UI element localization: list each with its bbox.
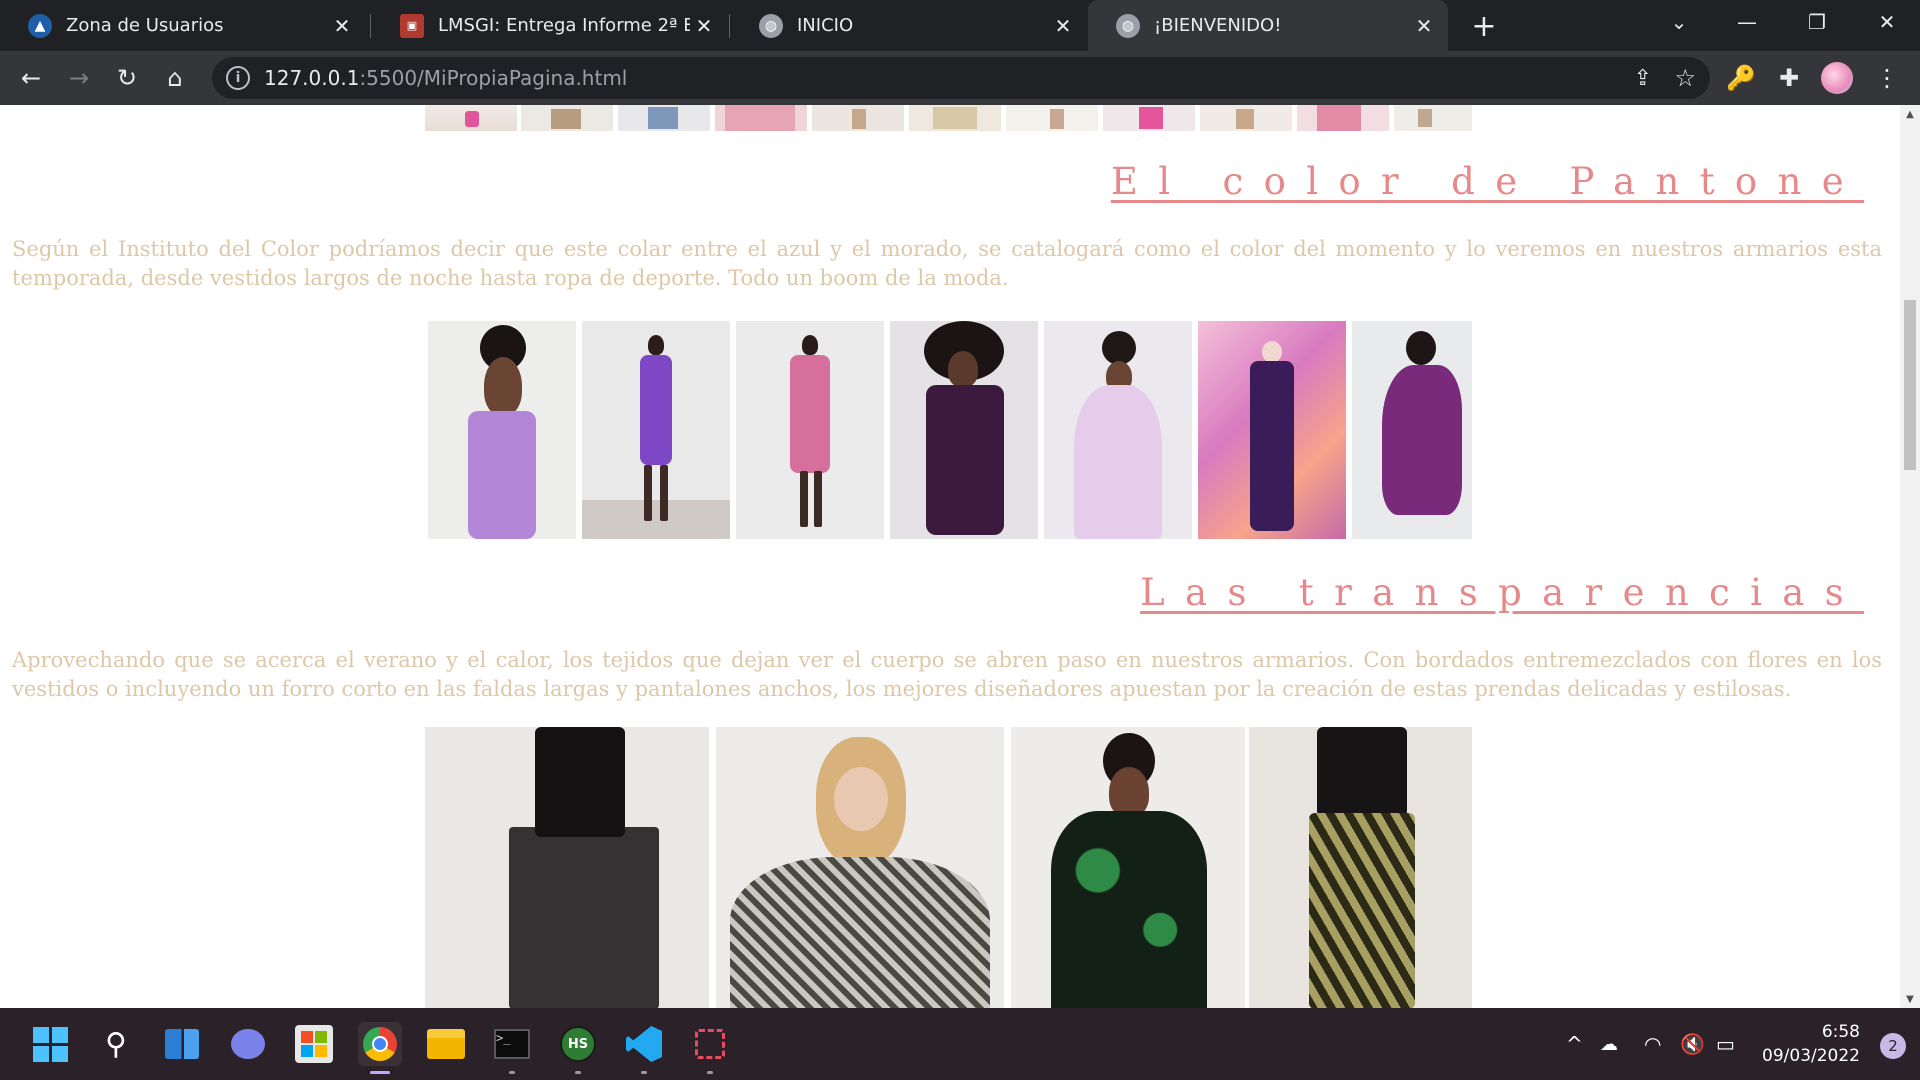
scrollbar-thumb[interactable] [1904, 300, 1916, 470]
gallery-photo-dark-purple-mini-dress [890, 321, 1038, 539]
section-heading-transparencias: Las transparencias [1140, 571, 1864, 614]
gallery-thumb [1394, 105, 1472, 131]
menu-dots-icon[interactable]: ⋮ [1868, 59, 1906, 97]
section-heading-pantone: El color de Pantone [1110, 160, 1864, 203]
address-bar[interactable]: i 127.0.0.1:5500/MiPropiaPagina.html ⇪ ☆ [212, 57, 1710, 99]
extension-key-icon[interactable]: 🔑 [1722, 59, 1760, 97]
hs-app-icon[interactable]: HS [556, 1022, 600, 1074]
file-explorer-icon[interactable] [424, 1022, 468, 1066]
chrome-icon[interactable] [358, 1022, 402, 1074]
tab-title: LMSGI: Entrega Informe 2ª Evaluación [438, 15, 690, 36]
battery-icon[interactable]: ▭ [1716, 1032, 1735, 1056]
restore-button[interactable]: ❐ [1782, 0, 1852, 44]
gallery-thumb [909, 105, 1001, 131]
globe-icon: ◍ [759, 13, 783, 38]
notification-badge[interactable]: 2 [1880, 1033, 1906, 1059]
profile-avatar[interactable] [1818, 59, 1856, 97]
vscode-icon[interactable] [622, 1022, 666, 1074]
tab-bienvenido[interactable]: ◍ ¡BIENVENIDO! ✕ [1088, 0, 1448, 51]
terminal-icon[interactable]: >_ [490, 1022, 534, 1074]
gallery-photo-purple-crouching-dress [1352, 321, 1472, 539]
url-text[interactable]: 127.0.0.1:5500/MiPropiaPagina.html [264, 66, 627, 90]
close-window-button[interactable]: ✕ [1852, 0, 1920, 44]
close-icon[interactable]: ✕ [328, 12, 356, 40]
gallery-photo-pink-knit-dress [736, 321, 884, 539]
forward-button[interactable]: → [60, 59, 98, 97]
gallery-thumb [1200, 105, 1292, 131]
gallery-thumb [521, 105, 613, 131]
onedrive-warning-icon[interactable]: ☁ [1600, 1034, 1618, 1055]
search-icon[interactable]: ⚲ [94, 1022, 138, 1066]
gallery-thumb [1006, 105, 1098, 131]
site-info-icon[interactable]: i [226, 66, 250, 90]
tab-title: INICIO [797, 15, 854, 36]
wifi-icon[interactable]: ◠ [1644, 1032, 1661, 1056]
close-icon[interactable]: ✕ [1049, 12, 1077, 40]
gallery-photo-violet-gown-editorial [1198, 321, 1346, 539]
tab-zona-usuarios[interactable]: ▲ Zona de Usuarios ✕ [0, 0, 366, 51]
zona-favicon-icon: ▲ [28, 13, 52, 38]
lmsgi-favicon-icon: ▣ [400, 13, 424, 38]
snipping-tool-icon[interactable] [688, 1022, 732, 1074]
back-button[interactable]: ← [12, 59, 50, 97]
close-icon[interactable]: ✕ [1410, 12, 1438, 40]
tab-title: ¡BIENVENIDO! [1154, 15, 1282, 36]
globe-icon: ◍ [1116, 13, 1140, 38]
gallery-thumb [812, 105, 904, 131]
store-icon[interactable] [292, 1022, 336, 1066]
gallery-photo-purple-midi-dress [582, 321, 730, 539]
page-viewport: El color de Pantone Según el Instituto d… [0, 105, 1900, 1008]
system-clock[interactable]: 6:58 09/03/2022 [1762, 1020, 1860, 1068]
tab-title: Zona de Usuarios [66, 15, 224, 36]
scroll-down-arrow-icon[interactable]: ▼ [1900, 990, 1920, 1008]
gallery-thumb [618, 105, 710, 131]
bookmark-star-icon[interactable]: ☆ [1674, 64, 1696, 92]
start-icon[interactable] [28, 1022, 72, 1066]
extensions-puzzle-icon[interactable]: ✚ [1770, 59, 1808, 97]
gallery-thumb [1297, 105, 1389, 131]
gallery-photo-lilac-ball-gown [1044, 321, 1192, 539]
windows-taskbar: ⚲ >_ HS ^ ☁ ◠ 🔇 ▭ 6:58 09/03/2022 2 [0, 1008, 1920, 1080]
chat-icon[interactable] [226, 1022, 270, 1066]
gallery-thumb [1103, 105, 1195, 131]
new-tab-button[interactable]: + [1466, 8, 1502, 44]
tab-search-chevron-icon[interactable]: ⌄ [1644, 0, 1714, 44]
gallery-thumb [425, 105, 517, 131]
scroll-up-arrow-icon[interactable]: ▲ [1900, 105, 1920, 123]
gallery-thumb [715, 105, 807, 131]
gallery-photo-green-floral-dress [1011, 727, 1245, 1008]
browser-toolbar: ← → ↻ ⌂ i 127.0.0.1:5500/MiPropiaPagina.… [0, 51, 1920, 105]
home-button[interactable]: ⌂ [156, 59, 194, 97]
section-paragraph-pantone: Según el Instituto del Color podríamos d… [12, 237, 1882, 290]
close-icon[interactable]: ✕ [690, 12, 718, 40]
reload-button[interactable]: ↻ [108, 59, 146, 97]
widgets-icon[interactable] [160, 1022, 204, 1066]
tab-inicio[interactable]: ◍ INICIO ✕ [731, 0, 1087, 51]
minimize-button[interactable]: — [1712, 0, 1782, 44]
share-icon[interactable]: ⇪ [1634, 66, 1652, 91]
volume-muted-icon[interactable]: 🔇 [1680, 1032, 1705, 1056]
section-paragraph-transparencias: Aprovechando que se acerca el verano y e… [12, 648, 1882, 701]
tab-strip: ▲ Zona de Usuarios ✕ ▣ LMSGI: Entrega In… [0, 0, 1920, 51]
gallery-photo-sheer-black-trousers [425, 727, 709, 1008]
gallery-photo-lilac-bustier-dress [428, 321, 576, 539]
gallery-photo-sheer-printed-blouse [716, 727, 1004, 1008]
page-scrollbar[interactable]: ▲ ▼ [1900, 105, 1920, 1008]
tray-chevron-icon[interactable]: ^ [1566, 1032, 1583, 1056]
clock-date: 09/03/2022 [1762, 1046, 1860, 1066]
clock-time: 6:58 [1821, 1022, 1860, 1042]
gallery-photo-tie-dye-sheer-skirt [1249, 727, 1472, 1008]
tab-lmsgi[interactable]: ▣ LMSGI: Entrega Informe 2ª Evaluación ✕ [372, 0, 728, 51]
